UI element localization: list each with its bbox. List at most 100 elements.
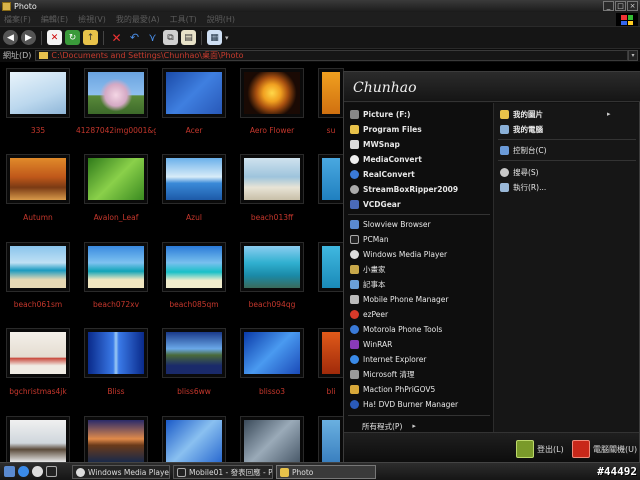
refresh-icon[interactable]: ↻ [65, 30, 80, 45]
pcman-icon [350, 234, 359, 244]
wmp-quicklaunch-icon[interactable] [32, 466, 43, 477]
menu-item-internet-explorer[interactable]: Internet Explorer [350, 352, 426, 366]
maction-icon [350, 384, 359, 394]
file-thumbnail[interactable] [318, 68, 344, 118]
menu-item-pcman[interactable]: PCMan [350, 232, 389, 246]
task-photo[interactable]: Photo [276, 465, 376, 479]
address-input[interactable]: C:\Documents and Settings\Chunhao\桌面\Pho… [35, 50, 628, 61]
undo-icon[interactable]: ↶ [127, 30, 142, 45]
title-bar: Photo _ □ × [0, 0, 640, 12]
pcman-quicklaunch-icon[interactable] [46, 466, 57, 477]
move-icon[interactable]: ⋎ [145, 30, 160, 45]
stop-icon[interactable]: ✕ [47, 30, 62, 45]
file-thumbnail[interactable] [6, 154, 70, 204]
menu-item-motorola[interactable]: Motorola Phone Tools [350, 322, 442, 336]
menu-item-paint[interactable]: 小畫家 [350, 262, 386, 276]
menu-item-search[interactable]: 搜尋(S) [500, 165, 539, 179]
file-name: bliss6ww [177, 387, 211, 396]
file-thumbnail[interactable] [318, 242, 344, 292]
menu-item-my-pictures[interactable]: 我的圖片 ▸ [500, 107, 611, 121]
menu-edit[interactable]: 編輯(E) [41, 14, 68, 25]
file-thumbnail[interactable] [84, 154, 148, 204]
up-folder-icon[interactable]: ↑ [83, 30, 98, 45]
maximize-button[interactable]: □ [615, 1, 626, 11]
file-thumbnail[interactable] [162, 154, 226, 204]
menu-item-cleaner[interactable]: Microsoft 清理 [350, 367, 415, 381]
power-icon [572, 440, 590, 458]
minimize-button[interactable]: _ [603, 1, 614, 11]
file-thumbnail[interactable] [6, 328, 70, 378]
file-thumbnail[interactable] [240, 416, 304, 462]
menu-item-wmp[interactable]: Windows Media Player [350, 247, 447, 261]
file-thumbnail[interactable] [6, 242, 70, 292]
run-icon [500, 182, 509, 192]
file-thumbnail[interactable] [240, 242, 304, 292]
menu-item-mediaconvert[interactable]: MediaConvert [350, 152, 422, 166]
file-thumbnail[interactable] [84, 416, 148, 462]
file-name: beach072xv [92, 300, 140, 309]
menu-tools[interactable]: 工具(T) [170, 14, 197, 25]
menu-item-program-files[interactable]: Program Files [350, 122, 422, 136]
file-name: bgchristmas4jk [9, 387, 67, 396]
watermark: #44492 [597, 465, 637, 478]
paste-icon[interactable]: ▤ [181, 30, 196, 45]
file-name: Bliss [107, 387, 125, 396]
menu-item-phone-manager[interactable]: Mobile Phone Manager [350, 292, 448, 306]
file-thumbnail[interactable] [240, 328, 304, 378]
menu-item-vcdgear[interactable]: VCDGear [350, 197, 401, 211]
menu-item-notepad[interactable]: 記事本 [350, 277, 386, 291]
menu-item-mwsnap[interactable]: MWSnap [350, 137, 400, 151]
file-thumbnail[interactable] [162, 416, 226, 462]
menu-item-run[interactable]: 執行(R)... [500, 180, 546, 194]
file-thumbnail[interactable] [162, 328, 226, 378]
toolbar-divider [103, 30, 104, 45]
ie-quicklaunch-icon[interactable] [18, 466, 29, 477]
menu-view[interactable]: 檢視(V) [78, 14, 106, 25]
menu-item-realconvert[interactable]: RealConvert [350, 167, 415, 181]
file-thumbnail[interactable] [240, 68, 304, 118]
menu-item-control-panel[interactable]: 控制台(C) [500, 143, 547, 157]
all-programs-button[interactable]: 所有程式(P) ▸ [362, 419, 416, 433]
menu-favorites[interactable]: 我的最愛(A) [116, 14, 160, 25]
file-thumbnail[interactable] [162, 242, 226, 292]
menu-item-winrar[interactable]: WinRAR [350, 337, 392, 351]
views-icon[interactable]: ▦ [207, 30, 222, 45]
file-name: Aero Flower [249, 126, 295, 135]
file-thumbnail[interactable] [318, 416, 344, 462]
file-thumbnail[interactable] [240, 154, 304, 204]
views-dropdown-icon[interactable]: ▾ [225, 34, 229, 42]
menu-divider [498, 139, 636, 140]
file-thumbnail[interactable] [84, 68, 148, 118]
file-thumbnail[interactable] [162, 68, 226, 118]
copy-icon[interactable]: ⧉ [163, 30, 178, 45]
menu-item-dvd-burner[interactable]: Ha! DVD Burner Manager [350, 397, 458, 411]
forward-button[interactable]: ▶ [21, 30, 36, 45]
file-thumbnail[interactable] [84, 328, 148, 378]
close-button[interactable]: × [627, 1, 638, 11]
logoff-button[interactable]: 登出(L) [516, 440, 564, 458]
menu-item-slowview[interactable]: Slowview Browser [350, 217, 431, 231]
shutdown-button[interactable]: 電腦關機(U) [572, 440, 637, 458]
file-thumbnail[interactable] [318, 154, 344, 204]
file-thumbnail[interactable] [84, 242, 148, 292]
menu-item-ezpeer[interactable]: ezPeer [350, 307, 388, 321]
streambox-icon [350, 184, 359, 194]
menu-item-streambox[interactable]: StreamBoxRipper2009 [350, 182, 458, 196]
task-windows-media-player[interactable]: Windows Media Player [72, 465, 170, 479]
file-thumbnail[interactable] [6, 68, 70, 118]
menu-help[interactable]: 說明(H) [207, 14, 235, 25]
task-mobile01[interactable]: Mobile01 - 發表回應 - P... [173, 465, 273, 479]
arrow-right-icon: ▸ [607, 110, 611, 118]
show-desktop-icon[interactable] [4, 466, 15, 477]
menu-item-maction[interactable]: Maction PhPriGOV5 [350, 382, 435, 396]
file-thumbnail[interactable] [318, 328, 344, 378]
file-thumbnail[interactable] [6, 416, 70, 462]
folder-icon [350, 124, 359, 134]
back-button[interactable]: ◀ [3, 30, 18, 45]
delete-icon[interactable]: ✕ [109, 30, 124, 45]
file-name: Azul [186, 213, 202, 222]
menu-file[interactable]: 檔案(F) [4, 14, 31, 25]
menu-item-my-computer[interactable]: 我的電腦 [500, 122, 543, 136]
menu-item-picture-drive[interactable]: Picture (F:) [350, 107, 410, 121]
address-dropdown-icon[interactable]: ▾ [628, 50, 638, 61]
